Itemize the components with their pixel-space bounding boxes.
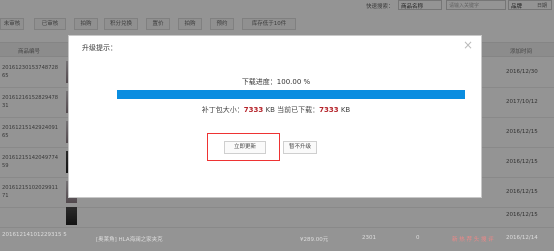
size-unit: KB: [338, 106, 351, 114]
table-row-last: 20161214101229315 5 [奥莱角] HLA海澜之家夹克 ¥289…: [0, 228, 554, 250]
product-management-page: 快速搜索： 商品名称 请输入关键字 品牌 日期 未审核 已审核 拍购 积分兑换 …: [0, 0, 554, 251]
row-order-no: 20161214101229315 5: [2, 232, 67, 238]
row-product-name: [奥莱角] HLA海澜之家夹克: [96, 237, 163, 243]
row-date: 2016/12/14: [506, 235, 538, 241]
update-now-button[interactable]: 立即更新: [224, 141, 266, 154]
row-sales: 0: [416, 235, 420, 241]
row-tags: 新 热 荐 头 搜 评: [452, 237, 494, 243]
skip-update-button[interactable]: 暂不升级: [283, 141, 317, 154]
upgrade-dialog: 升级提示： × 下载进度：100.00 % 补丁包大小：7333 KB 当前已下…: [68, 35, 482, 198]
patch-size-total: 7333: [243, 106, 264, 114]
download-progress-fill: [117, 90, 465, 99]
row-stock: 2301: [362, 235, 376, 241]
row-price: ¥289.00元: [300, 237, 329, 243]
patch-size-label: 补丁包大小：: [201, 106, 244, 114]
downloaded-label: KB 当前已下载：: [263, 106, 320, 114]
close-icon[interactable]: ×: [463, 38, 473, 52]
download-progress-text: 下载进度：100.00 %: [241, 78, 311, 86]
dialog-title: 升级提示：: [82, 44, 117, 52]
patch-size-text: 补丁包大小：7333 KB 当前已下载：7333 KB: [69, 105, 483, 115]
downloaded-size: 7333: [319, 106, 339, 114]
download-progress-bar: [117, 90, 465, 99]
